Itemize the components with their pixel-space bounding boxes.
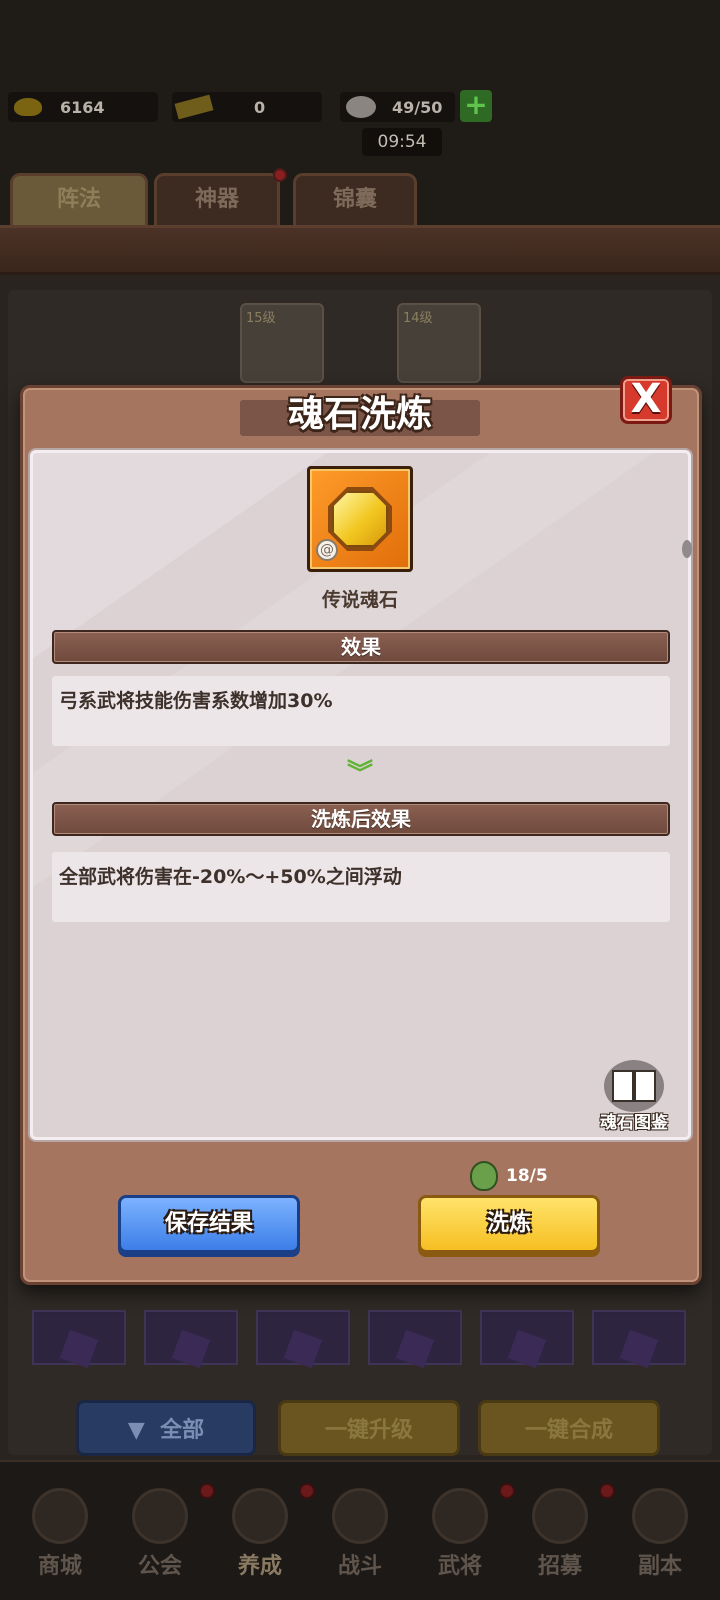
nav-guild[interactable]: 公会 xyxy=(110,1480,210,1590)
purple-gem-icon xyxy=(619,1329,659,1369)
gold-value: 6164 xyxy=(60,97,105,117)
nav-develop[interactable]: 养成 xyxy=(210,1480,310,1590)
notification-dot xyxy=(199,1483,215,1499)
crossed-swords-icon xyxy=(332,1488,388,1544)
nav-label: 公会 xyxy=(137,1554,182,1579)
notification-dot xyxy=(599,1483,615,1499)
hero-card-phoenix[interactable]: 14级 xyxy=(397,303,481,383)
close-button[interactable]: X xyxy=(620,376,672,424)
nav-battle[interactable]: 战斗 xyxy=(310,1480,410,1590)
tab-formation[interactable]: 阵法 xyxy=(10,173,148,225)
double-chevron-down-icon: ︾ xyxy=(346,759,373,789)
hero-level: 14级 xyxy=(403,311,433,326)
inventory-slot[interactable] xyxy=(144,1310,238,1369)
wood-divider xyxy=(0,225,720,275)
merge-all-button[interactable]: 一键合成 xyxy=(478,1400,660,1456)
helmet-icon xyxy=(432,1488,488,1544)
book-page-right xyxy=(634,1070,656,1102)
notification-dot xyxy=(273,168,287,182)
add-stamina-button[interactable]: + xyxy=(460,90,492,122)
purple-gem-icon xyxy=(59,1329,99,1369)
stamina-counter: 49/50 xyxy=(340,92,455,122)
purple-gem-icon xyxy=(283,1329,323,1369)
refine-button[interactable]: 洗炼 xyxy=(418,1195,600,1253)
inventory-slot[interactable] xyxy=(592,1310,686,1369)
nav-label: 商城 xyxy=(37,1554,82,1579)
current-effect-text: 弓系武将技能伤害系数增加30% xyxy=(52,676,670,746)
soul-stone-codex-button[interactable]: 魂石图鉴 xyxy=(594,1060,674,1140)
soul-stone-item[interactable]: @ xyxy=(307,466,413,572)
dialog-title: 魂石洗炼 xyxy=(287,394,432,435)
hero-card-dragon[interactable]: 15级 xyxy=(240,303,324,383)
ticket-icon xyxy=(174,94,214,120)
cost-value: 18/5 xyxy=(506,1166,548,1186)
ticket-value: 0 xyxy=(254,97,266,117)
purple-gem-icon xyxy=(171,1329,211,1369)
guild-icon xyxy=(132,1488,188,1544)
inventory-slot[interactable] xyxy=(256,1310,350,1369)
purple-gem-icon xyxy=(395,1329,435,1369)
tab-artifact[interactable]: 神器 xyxy=(154,173,280,225)
scroll-nub xyxy=(682,540,692,558)
tab-tactics[interactable]: 锦囊 xyxy=(293,173,417,225)
effect-header: 效果 xyxy=(52,630,670,664)
nav-generals[interactable]: 武将 xyxy=(410,1480,510,1590)
swirl-icon: @ xyxy=(316,539,338,561)
inventory-slot[interactable] xyxy=(368,1310,462,1369)
filter-all-button[interactable]: ▼ 全部 xyxy=(76,1400,256,1456)
nav-label: 战斗 xyxy=(337,1554,382,1579)
ticket-counter: 0 xyxy=(172,92,322,122)
nav-label: 武将 xyxy=(437,1554,482,1579)
inventory-slot[interactable] xyxy=(480,1310,574,1369)
book-icon xyxy=(604,1060,664,1112)
nav-recruit[interactable]: 招募 xyxy=(510,1480,610,1590)
after-effect-header: 洗炼后效果 xyxy=(52,802,670,836)
recruit-icon xyxy=(532,1488,588,1544)
save-result-button[interactable]: 保存结果 xyxy=(118,1195,300,1253)
develop-icon xyxy=(232,1488,288,1544)
nav-label: 养成 xyxy=(237,1554,282,1579)
shop-icon xyxy=(32,1488,88,1544)
bun-icon xyxy=(346,96,376,118)
refine-cost: 18/5 xyxy=(470,1160,548,1192)
dungeon-icon xyxy=(632,1488,688,1544)
gold-ingot-icon xyxy=(14,98,42,116)
upgrade-all-button[interactable]: 一键升级 xyxy=(278,1400,460,1456)
gem-name: 传说魂石 xyxy=(321,589,398,611)
nav-label: 副本 xyxy=(637,1554,682,1579)
gold-counter: 6164 xyxy=(8,92,158,122)
nav-shop[interactable]: 商城 xyxy=(10,1480,110,1590)
hero-level: 15级 xyxy=(246,311,276,326)
stamina-timer: 09:54 xyxy=(362,128,442,156)
nav-label: 招募 xyxy=(537,1554,582,1579)
filter-label: 全部 xyxy=(160,1418,205,1443)
nav-dungeon[interactable]: 副本 xyxy=(610,1480,710,1590)
purple-gem-icon xyxy=(507,1329,547,1369)
notification-dot xyxy=(499,1483,515,1499)
book-page-left xyxy=(612,1070,634,1102)
triangle-down-icon: ▼ xyxy=(127,1418,161,1443)
after-effect-text: 全部武将伤害在-20%～+50%之间浮动 xyxy=(52,852,670,922)
notification-dot xyxy=(299,1483,315,1499)
stamina-value: 49/50 xyxy=(392,97,443,117)
inventory-slot[interactable] xyxy=(32,1310,126,1369)
close-icon: X xyxy=(630,376,662,422)
money-bag-icon xyxy=(470,1161,498,1191)
